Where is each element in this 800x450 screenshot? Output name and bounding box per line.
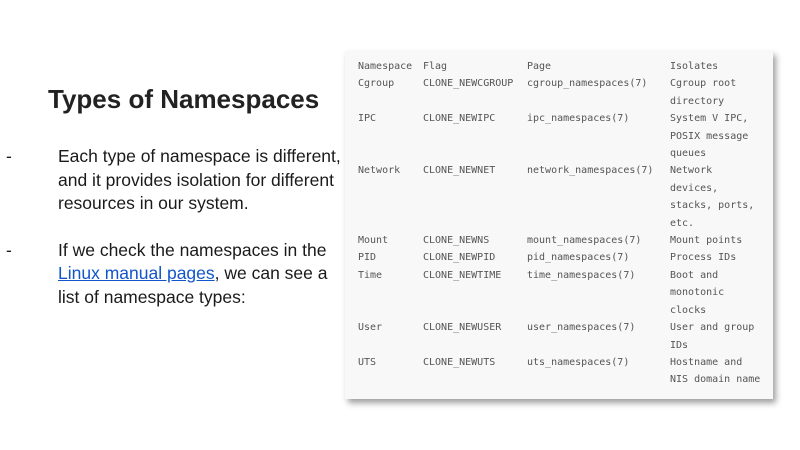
table-cell: mount_namespaces(7)	[527, 235, 642, 247]
table-cell: Mount	[358, 235, 389, 247]
namespace-table: Namespace Flag Page Isolates Cgroup CLON…	[358, 58, 766, 389]
table-cell: user_namespaces(7)	[527, 322, 636, 334]
bullet-marker: -	[6, 146, 12, 166]
table-cell: User	[358, 322, 383, 334]
column-header: Page	[527, 61, 552, 72]
table-cell: CLONE_NEWPID	[423, 252, 496, 264]
table-cell: UTS	[358, 356, 377, 368]
table-row: Cgroup CLONE_NEWCGROUP cgroup_namespaces…	[358, 75, 766, 110]
column-header: Namespace	[358, 61, 413, 72]
table-cell: Boot and monotonic clocks	[670, 269, 725, 316]
slide-title: Types of Namespaces	[48, 84, 320, 114]
table-cell: cgroup_namespaces(7)	[527, 78, 648, 90]
table-cell: Mount points	[670, 235, 743, 247]
bullet-item: - Each type of namespace is different, a…	[6, 145, 341, 216]
table-cell: CLONE_NEWNS	[423, 235, 490, 247]
column-header: Flag	[423, 61, 448, 72]
table-row: IPC CLONE_NEWIPC ipc_namespaces(7) Syste…	[358, 110, 766, 162]
table-cell: User and group IDs	[670, 322, 755, 351]
table-cell: CLONE_NEWCGROUP	[423, 78, 514, 90]
table-row: Mount CLONE_NEWNS mount_namespaces(7) Mo…	[358, 232, 766, 249]
table-cell: Network	[358, 165, 401, 177]
namespace-table-panel: Namespace Flag Page Isolates Cgroup CLON…	[345, 51, 773, 399]
table-cell: Time	[358, 269, 383, 281]
table-cell: Process IDs	[670, 252, 737, 264]
table-cell: pid_namespaces(7)	[527, 252, 630, 264]
table-cell: ipc_namespaces(7)	[527, 113, 630, 125]
linux-manual-pages-link[interactable]: Linux manual pages	[58, 263, 215, 283]
table-cell: time_namespaces(7)	[527, 269, 636, 281]
table-header-row: Namespace Flag Page Isolates	[358, 58, 766, 75]
table-cell: System V IPC, POSIX message queues	[670, 113, 749, 160]
table-row: Network CLONE_NEWNET network_namespaces(…	[358, 162, 766, 232]
table-cell: CLONE_NEWNET	[423, 165, 496, 177]
table-cell: Network devices, stacks, ports, etc.	[670, 165, 755, 229]
table-cell: uts_namespaces(7)	[527, 356, 630, 368]
table-cell: CLONE_NEWTIME	[423, 269, 502, 281]
table-cell: Hostname and NIS domain name	[670, 356, 761, 386]
bullet-item: - If we check the namespaces in the Linu…	[6, 239, 341, 310]
table-cell: Cgroup root directory	[670, 78, 737, 107]
table-row: PID CLONE_NEWPID pid_namespaces(7) Proce…	[358, 249, 766, 266]
table-cell: PID	[358, 252, 377, 264]
column-header: Isolates	[670, 61, 719, 72]
table-cell: CLONE_NEWUSER	[423, 322, 502, 334]
slide: Types of Namespaces - Each type of names…	[0, 0, 800, 450]
table-cell: CLONE_NEWIPC	[423, 113, 496, 125]
bullet-marker: -	[6, 239, 12, 260]
table-row: User CLONE_NEWUSER user_namespaces(7) Us…	[358, 319, 766, 354]
bullet-list: - Each type of namespace is different, a…	[6, 145, 341, 332]
table-cell: Cgroup	[358, 78, 395, 90]
table-cell: IPC	[358, 113, 377, 125]
table-row: UTS CLONE_NEWUTS uts_namespaces(7) Hostn…	[358, 354, 766, 389]
table-cell: CLONE_NEWUTS	[423, 356, 496, 368]
bullet-text-before-link: If we check the namespaces in the	[58, 239, 327, 260]
bullet-text: Each type of namespace is different, and…	[58, 146, 341, 213]
table-cell: network_namespaces(7)	[527, 165, 654, 177]
table-row: Time CLONE_NEWTIME time_namespaces(7) Bo…	[358, 267, 766, 319]
